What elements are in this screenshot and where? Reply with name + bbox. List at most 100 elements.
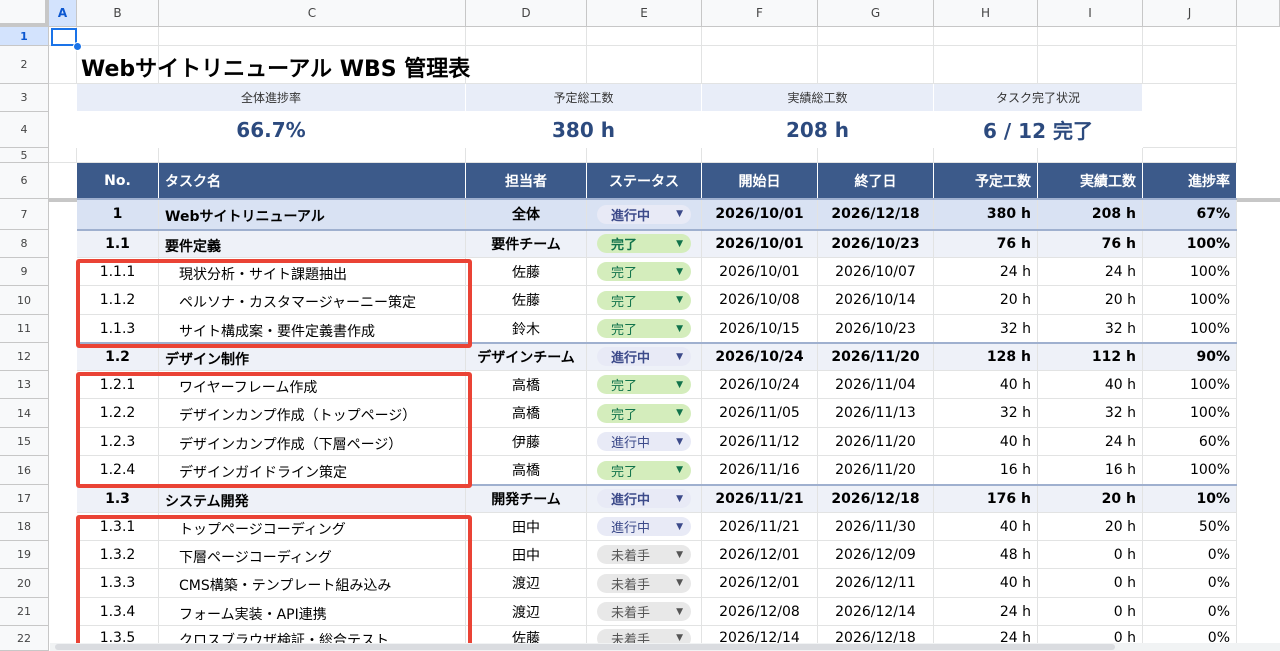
column-header-J[interactable]: J xyxy=(1143,0,1237,27)
grid-cell[interactable] xyxy=(934,148,1038,163)
status-dropdown[interactable]: 完了 ▼ xyxy=(597,262,691,281)
column-header-B[interactable]: B xyxy=(77,0,159,27)
column-header-H[interactable]: H xyxy=(934,0,1038,27)
column-header-D[interactable]: D xyxy=(466,0,587,27)
status-dropdown[interactable]: 未着手 ▼ xyxy=(597,573,691,593)
column-header-G[interactable]: G xyxy=(818,0,934,27)
row-header-11[interactable]: 11 xyxy=(0,315,49,343)
status-dropdown[interactable]: 完了 ▼ xyxy=(597,375,691,394)
grid-cell[interactable] xyxy=(818,46,934,84)
task-status-cell[interactable]: 完了 ▼ xyxy=(587,456,702,485)
task-status-cell[interactable]: 進行中 ▼ xyxy=(587,199,702,230)
row-header-2[interactable]: 2 xyxy=(0,46,49,84)
grid-cell[interactable] xyxy=(934,46,1038,84)
dropdown-arrow-icon[interactable]: ▼ xyxy=(676,324,683,334)
grid-cell[interactable] xyxy=(466,27,587,46)
row-header-14[interactable]: 14 xyxy=(0,399,49,428)
task-status-cell[interactable]: 完了 ▼ xyxy=(587,371,702,399)
task-status-cell[interactable]: 進行中 ▼ xyxy=(587,513,702,541)
column-header-A[interactable]: A xyxy=(49,0,77,27)
table-header-3[interactable]: ステータス xyxy=(587,163,702,198)
table-header-6[interactable]: 予定工数 xyxy=(934,163,1038,198)
grid-cell[interactable] xyxy=(159,148,466,163)
dropdown-arrow-icon[interactable]: ▼ xyxy=(676,295,683,305)
scrollbar-thumb[interactable] xyxy=(55,644,1115,650)
grid-cell[interactable] xyxy=(1038,148,1143,163)
task-status-cell[interactable]: 完了 ▼ xyxy=(587,230,702,258)
row-header-4[interactable]: 4 xyxy=(0,112,49,148)
status-dropdown[interactable]: 進行中 ▼ xyxy=(597,347,691,366)
grid-cell[interactable] xyxy=(49,46,77,84)
grid-cell[interactable] xyxy=(1038,46,1143,84)
task-status-cell[interactable]: 完了 ▼ xyxy=(587,399,702,428)
dropdown-arrow-icon[interactable]: ▼ xyxy=(676,352,683,362)
grid-cell[interactable] xyxy=(49,148,77,163)
grid-cell[interactable] xyxy=(934,27,1038,46)
grid-cell[interactable] xyxy=(77,27,159,46)
row-header-16[interactable]: 16 xyxy=(0,456,49,485)
row-header-13[interactable]: 13 xyxy=(0,371,49,399)
row-header-7[interactable]: 7 xyxy=(0,199,49,230)
grid-cell[interactable] xyxy=(1143,148,1237,163)
status-dropdown[interactable]: 進行中 ▼ xyxy=(597,489,691,508)
row-header-18[interactable]: 18 xyxy=(0,513,49,541)
dropdown-arrow-icon[interactable]: ▼ xyxy=(676,437,683,447)
row-header-12[interactable]: 12 xyxy=(0,343,49,371)
grid-cell[interactable] xyxy=(77,148,159,163)
table-header-8[interactable]: 進捗率 xyxy=(1143,163,1237,198)
table-header-4[interactable]: 開始日 xyxy=(702,163,818,198)
dropdown-arrow-icon[interactable]: ▼ xyxy=(676,465,683,475)
status-dropdown[interactable]: 未着手 ▼ xyxy=(597,602,691,621)
status-dropdown[interactable]: 完了 ▼ xyxy=(597,403,691,423)
spreadsheet-grid[interactable]: A B C D E F G H I J 1 2 3 4 5 6 7 8 9 10 11 12 13 14 15 16 17 18 19 2… xyxy=(0,0,1280,651)
grid-cell[interactable] xyxy=(1143,27,1237,46)
row-header-6[interactable]: 6 xyxy=(0,163,49,199)
status-dropdown[interactable]: 進行中 ▼ xyxy=(597,204,691,224)
dropdown-arrow-icon[interactable]: ▼ xyxy=(676,239,683,249)
select-all-corner[interactable] xyxy=(0,0,49,27)
grid-cell[interactable] xyxy=(1143,46,1237,84)
task-status-cell[interactable]: 未着手 ▼ xyxy=(587,541,702,569)
grid-cell[interactable] xyxy=(159,27,466,46)
table-header-2[interactable]: 担当者 xyxy=(466,163,587,198)
grid-cell[interactable] xyxy=(818,27,934,46)
column-header-F[interactable]: F xyxy=(702,0,818,27)
status-dropdown[interactable]: 完了 ▼ xyxy=(597,290,691,310)
dropdown-arrow-icon[interactable]: ▼ xyxy=(676,494,683,504)
task-status-cell[interactable]: 進行中 ▼ xyxy=(587,343,702,371)
status-dropdown[interactable]: 進行中 ▼ xyxy=(597,432,691,451)
grid-cell[interactable] xyxy=(466,148,587,163)
grid-cell[interactable] xyxy=(702,148,818,163)
column-header-C[interactable]: C xyxy=(159,0,466,27)
dropdown-arrow-icon[interactable]: ▼ xyxy=(676,607,683,617)
row-header-5[interactable]: 5 xyxy=(0,148,49,163)
grid-cell[interactable] xyxy=(587,148,702,163)
dropdown-arrow-icon[interactable]: ▼ xyxy=(676,522,683,532)
table-header-0[interactable]: No. xyxy=(77,163,159,198)
row-header-17[interactable]: 17 xyxy=(0,485,49,513)
dropdown-arrow-icon[interactable]: ▼ xyxy=(676,550,683,560)
status-dropdown[interactable]: 完了 ▼ xyxy=(597,319,691,338)
dropdown-arrow-icon[interactable]: ▼ xyxy=(676,380,683,390)
row-header-3[interactable]: 3 xyxy=(0,84,49,112)
task-status-cell[interactable]: 未着手 ▼ xyxy=(587,569,702,598)
status-dropdown[interactable]: 完了 ▼ xyxy=(597,234,691,253)
dropdown-arrow-icon[interactable]: ▼ xyxy=(676,267,683,277)
row-header-1[interactable]: 1 xyxy=(0,27,49,46)
fill-handle[interactable] xyxy=(73,42,82,51)
grid-cell[interactable] xyxy=(1038,27,1143,46)
dropdown-arrow-icon[interactable]: ▼ xyxy=(676,633,683,643)
row-header-10[interactable]: 10 xyxy=(0,286,49,315)
task-status-cell[interactable]: 完了 ▼ xyxy=(587,258,702,286)
grid-cell[interactable] xyxy=(587,27,702,46)
grid-cell[interactable] xyxy=(702,46,818,84)
task-status-cell[interactable]: 進行中 ▼ xyxy=(587,485,702,513)
column-header-I[interactable]: I xyxy=(1038,0,1143,27)
row-header-9[interactable]: 9 xyxy=(0,258,49,286)
grid-cell[interactable] xyxy=(1143,84,1237,148)
task-status-cell[interactable]: 完了 ▼ xyxy=(587,315,702,343)
task-status-cell[interactable]: 未着手 ▼ xyxy=(587,598,702,626)
table-header-5[interactable]: 終了日 xyxy=(818,163,934,198)
grid-cell[interactable] xyxy=(818,148,934,163)
row-header-19[interactable]: 19 xyxy=(0,541,49,569)
